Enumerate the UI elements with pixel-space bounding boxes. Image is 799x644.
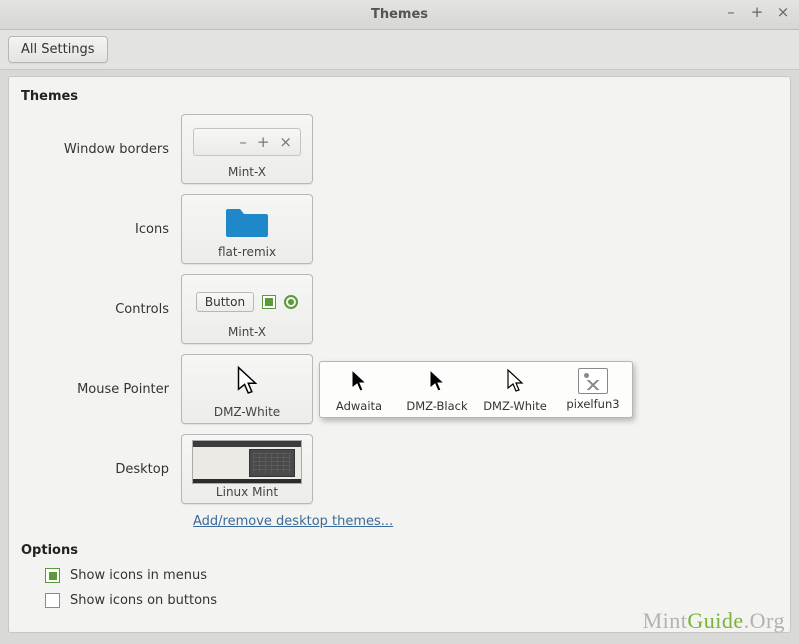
- label-controls: Controls: [21, 302, 181, 317]
- close-button[interactable]: ×: [775, 5, 791, 20]
- pointer-option-pixelfun3[interactable]: pixelfun3: [554, 362, 632, 417]
- option-show-icons-buttons[interactable]: Show icons on buttons: [45, 593, 778, 608]
- content: Themes Window borders – + × Mint-X Icons: [0, 70, 799, 641]
- row-icons: Icons flat-remix: [21, 194, 778, 264]
- option-show-icons-menus[interactable]: Show icons in menus: [45, 568, 778, 583]
- titlebar: Themes – + ×: [0, 0, 799, 30]
- all-settings-button[interactable]: All Settings: [8, 36, 108, 63]
- mock-checkbox-icon: [262, 295, 276, 309]
- cursor-icon: [504, 368, 526, 396]
- pointer-option-label: DMZ-Black: [406, 399, 467, 413]
- tile-mouse-pointer[interactable]: DMZ-White: [181, 354, 313, 424]
- toolbar: All Settings: [0, 30, 799, 70]
- option-label: Show icons in menus: [70, 568, 207, 583]
- row-desktop: Desktop Linux Mint: [21, 434, 778, 504]
- label-window-borders: Window borders: [21, 142, 181, 157]
- window-title: Themes: [371, 7, 428, 22]
- row-window-borders: Window borders – + × Mint-X: [21, 114, 778, 184]
- cursor-icon: [233, 365, 261, 399]
- wb-mock: – + ×: [193, 128, 301, 156]
- window-borders-preview: – + ×: [188, 121, 306, 163]
- tile-caption: Mint-X: [228, 165, 266, 179]
- desktop-thumbnail: [192, 440, 302, 484]
- row-mouse-pointer: Mouse Pointer DMZ-White Adwaita: [21, 354, 778, 424]
- mock-button: Button: [196, 292, 254, 312]
- pointer-option-label: pixelfun3: [566, 397, 619, 411]
- label-icons: Icons: [21, 222, 181, 237]
- tile-caption: Mint-X: [228, 325, 266, 339]
- pointer-option-label: Adwaita: [336, 399, 382, 413]
- section-title-themes: Themes: [21, 89, 778, 104]
- tile-controls[interactable]: Button Mint-X: [181, 274, 313, 344]
- pointer-popup: Adwaita DMZ-Black DMZ-White pixelfu: [319, 361, 633, 418]
- minimize-icon: –: [239, 135, 247, 150]
- pointer-option-dmz-black[interactable]: DMZ-Black: [398, 362, 476, 417]
- add-remove-themes-link[interactable]: Add/remove desktop themes...: [193, 514, 393, 529]
- cursor-icon: [426, 368, 448, 396]
- tile-caption: Linux Mint: [216, 485, 278, 499]
- pointer-option-adwaita[interactable]: Adwaita: [320, 362, 398, 417]
- option-label: Show icons on buttons: [70, 593, 217, 608]
- tile-caption: DMZ-White: [214, 405, 280, 419]
- tile-icons[interactable]: flat-remix: [181, 194, 313, 264]
- row-controls: Controls Button Mint-X: [21, 274, 778, 344]
- label-desktop: Desktop: [21, 462, 181, 477]
- tile-caption: flat-remix: [218, 245, 276, 259]
- maximize-icon: +: [257, 135, 270, 150]
- pointer-option-dmz-white[interactable]: DMZ-White: [476, 362, 554, 417]
- pointer-option-label: DMZ-White: [483, 399, 547, 413]
- tile-window-borders[interactable]: – + × Mint-X: [181, 114, 313, 184]
- options-section: Options Show icons in menus Show icons o…: [21, 543, 778, 608]
- controls-preview: Button: [188, 281, 306, 323]
- label-mouse-pointer: Mouse Pointer: [21, 382, 181, 397]
- image-placeholder-icon: [578, 368, 608, 394]
- tile-desktop[interactable]: Linux Mint: [181, 434, 313, 504]
- calendar-icon: [249, 449, 295, 477]
- desktop-preview: [188, 441, 306, 483]
- close-icon: ×: [279, 135, 292, 150]
- mock-radio-icon: [284, 295, 298, 309]
- folder-icon: [224, 205, 270, 239]
- window-controls: – + ×: [723, 5, 791, 20]
- maximize-button[interactable]: +: [749, 5, 765, 20]
- minimize-button[interactable]: –: [723, 5, 739, 20]
- checkbox-icon[interactable]: [45, 568, 60, 583]
- mouse-pointer-preview: [188, 361, 306, 403]
- checkbox-icon[interactable]: [45, 593, 60, 608]
- themes-panel: Themes Window borders – + × Mint-X Icons: [8, 76, 791, 633]
- cursor-icon: [348, 368, 370, 396]
- section-title-options: Options: [21, 543, 778, 558]
- icons-preview: [188, 201, 306, 243]
